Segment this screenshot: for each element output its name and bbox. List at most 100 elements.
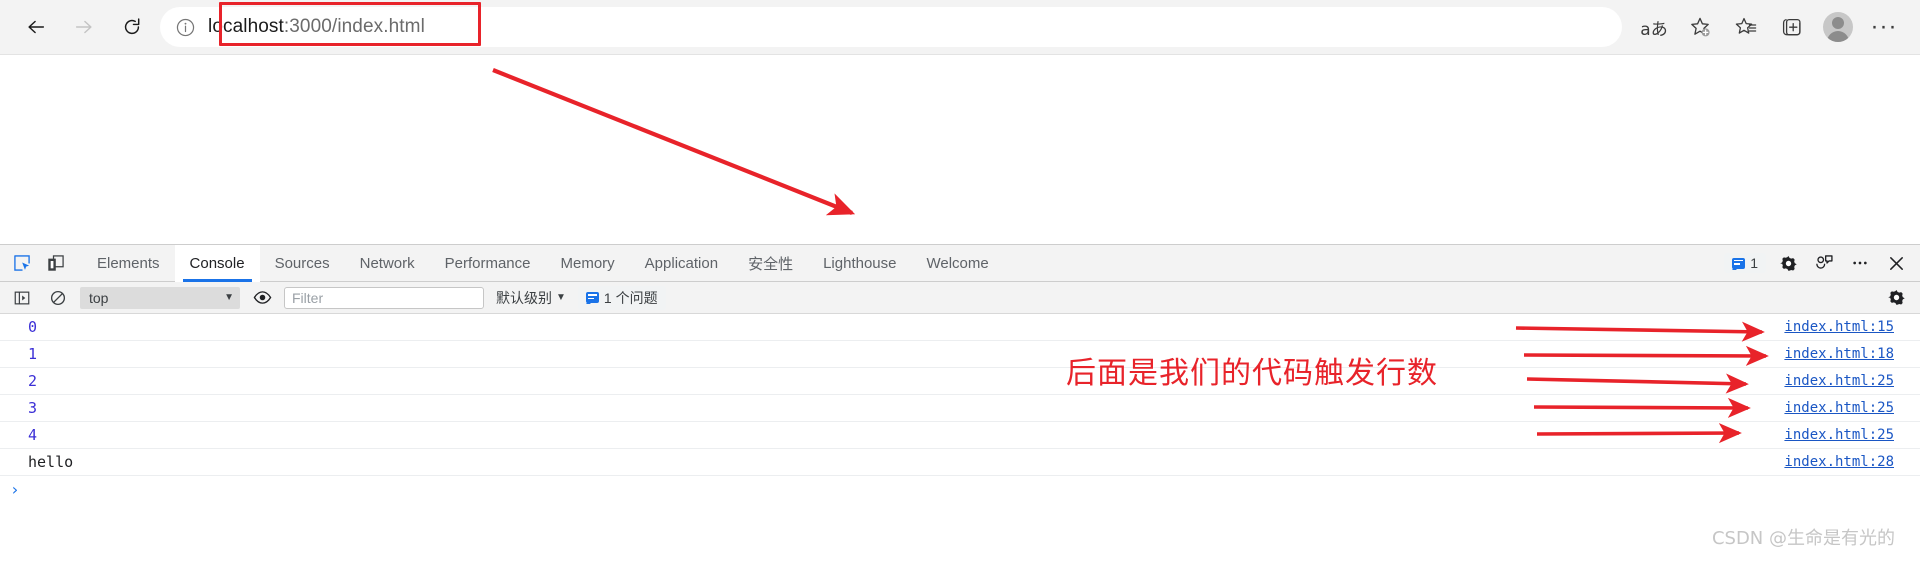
inspect-element-icon[interactable] (8, 249, 36, 277)
refresh-button[interactable] (110, 7, 154, 47)
reload-icon (124, 18, 140, 35)
close-x-icon (1889, 256, 1903, 270)
close-icon[interactable] (1882, 249, 1910, 277)
settings-gear-icon (1779, 255, 1797, 271)
tab-welcome[interactable]: Welcome (911, 245, 1003, 282)
devtools-left-icons (0, 249, 70, 277)
devtools-tabbar: Elements Console Sources Network Perform… (0, 244, 1920, 282)
tab-application[interactable]: Application (630, 245, 733, 282)
tab-elements[interactable]: Elements (82, 245, 175, 282)
tab-console[interactable]: Console (174, 244, 260, 282)
gear-icon[interactable] (1774, 249, 1802, 277)
console-output: 0 index.html:15 1 index.html:18 2 index.… (0, 314, 1920, 503)
screenshot-root: localhost:3000/index.html aあ ··· Element… (0, 0, 1920, 563)
execution-context-select[interactable]: top ▼ (80, 286, 240, 309)
site-information-icon[interactable] (168, 10, 202, 44)
table-row[interactable]: 0 index.html:15 (0, 314, 1920, 341)
console-sidebar-icon[interactable] (8, 284, 36, 312)
chevron-down-icon: ▼ (556, 292, 566, 303)
table-row[interactable]: 1 index.html:18 (0, 341, 1920, 368)
console-toolbar: top ▼ 默认级别 ▼ 1 个问题 (0, 282, 1920, 314)
arrow-right-icon (75, 20, 92, 34)
tab-security[interactable]: 安全性 (733, 245, 808, 282)
star-plus-icon (1691, 17, 1710, 37)
console-message: 0 (28, 318, 38, 336)
console-filter-input[interactable] (284, 286, 484, 309)
url-host: localhost (208, 16, 284, 37)
console-issues-badge[interactable]: 1 个问题 (577, 285, 666, 310)
console-message: 4 (28, 426, 38, 444)
more-options-icon[interactable] (1846, 249, 1874, 277)
add-favorite-icon[interactable] (1678, 7, 1722, 47)
navigation-buttons (0, 7, 154, 47)
tab-performance[interactable]: Performance (430, 245, 546, 282)
clear-console-icon[interactable] (44, 284, 72, 312)
message-icon (585, 292, 599, 303)
console-source-link[interactable]: index.html:25 (1784, 400, 1894, 416)
issues-badge[interactable]: 1 (1724, 253, 1766, 273)
live-expression-eye-icon (253, 291, 271, 304)
settings-gear-icon (1888, 290, 1905, 305)
console-source-link[interactable]: index.html:28 (1784, 454, 1894, 470)
no-entry-icon (50, 290, 66, 305)
settings-and-more-icon[interactable]: ··· (1862, 7, 1906, 47)
browser-action-icons: aあ ··· (1632, 7, 1920, 47)
tab-sources[interactable]: Sources (260, 245, 345, 282)
issues-count: 1 (1750, 255, 1758, 271)
annotation-text: 后面是我们的代码触发行数 (1066, 356, 1438, 391)
forward-button[interactable] (62, 7, 106, 47)
info-circle-icon (176, 18, 194, 36)
tab-lighthouse[interactable]: Lighthouse (808, 245, 911, 282)
back-button[interactable] (14, 7, 58, 47)
table-row[interactable]: 4 index.html:25 (0, 422, 1920, 449)
devtools-panel: Elements Console Sources Network Perform… (0, 244, 1920, 563)
arrow-left-icon (28, 20, 45, 34)
tab-memory[interactable]: Memory (546, 245, 630, 282)
avatar (1823, 12, 1853, 42)
console-source-link[interactable]: index.html:15 (1784, 319, 1894, 335)
browser-toolbar: localhost:3000/index.html aあ ··· (0, 0, 1920, 54)
cursor-box-icon (14, 255, 30, 271)
console-settings-gear-icon[interactable] (1887, 288, 1912, 307)
log-levels-label: 默认级别 (496, 289, 552, 306)
console-message: 2 (28, 372, 38, 390)
console-issues-label: 1 个问题 (603, 289, 658, 306)
url-text: localhost:3000/index.html (202, 16, 425, 38)
console-message: hello (28, 453, 74, 471)
watermark: CSDN @生命是有光的 (1711, 528, 1895, 549)
devtools-tabbar-actions: 1 (1724, 249, 1920, 277)
table-row[interactable]: 3 index.html:25 (0, 395, 1920, 422)
collections-icon[interactable] (1770, 7, 1814, 47)
chevron-down-icon: ▼ (224, 292, 234, 303)
ellipsis-icon (1853, 261, 1867, 265)
profile-avatar[interactable] (1816, 7, 1860, 47)
star-list-icon (1735, 17, 1757, 34)
device-toolbar-icon[interactable] (42, 249, 70, 277)
tab-network[interactable]: Network (345, 245, 430, 282)
console-message: 3 (28, 399, 38, 417)
favorites-icon[interactable] (1724, 7, 1768, 47)
feedback-icon[interactable] (1810, 249, 1838, 277)
address-bar[interactable]: localhost:3000/index.html (160, 7, 1622, 47)
sidebar-toggle-icon (14, 291, 30, 304)
console-source-link[interactable]: index.html:18 (1784, 346, 1894, 362)
eye-icon[interactable] (248, 284, 276, 312)
url-path: :3000/index.html (283, 16, 425, 37)
console-message: 1 (28, 345, 38, 363)
address-bar-wrapper: localhost:3000/index.html (160, 7, 1622, 47)
console-source-link[interactable]: index.html:25 (1784, 373, 1894, 389)
message-icon (1732, 257, 1746, 269)
log-levels-select[interactable]: 默认级别 ▼ (492, 288, 570, 308)
collections-add-icon (1782, 18, 1801, 36)
prompt-caret-icon: › (10, 480, 20, 499)
read-aloud-icon[interactable]: aあ (1632, 7, 1676, 47)
table-row[interactable]: 2 index.html:25 (0, 368, 1920, 395)
execution-context-value: top (89, 289, 109, 306)
console-prompt[interactable]: › (0, 476, 1920, 503)
console-source-link[interactable]: index.html:25 (1784, 427, 1894, 443)
page-viewport (0, 54, 1920, 244)
devtools-tab-list: Elements Console Sources Network Perform… (82, 244, 1004, 282)
feedback-bubble-icon (1816, 255, 1833, 269)
table-row[interactable]: hello index.html:28 (0, 449, 1920, 476)
device-toggle-icon (48, 255, 64, 271)
